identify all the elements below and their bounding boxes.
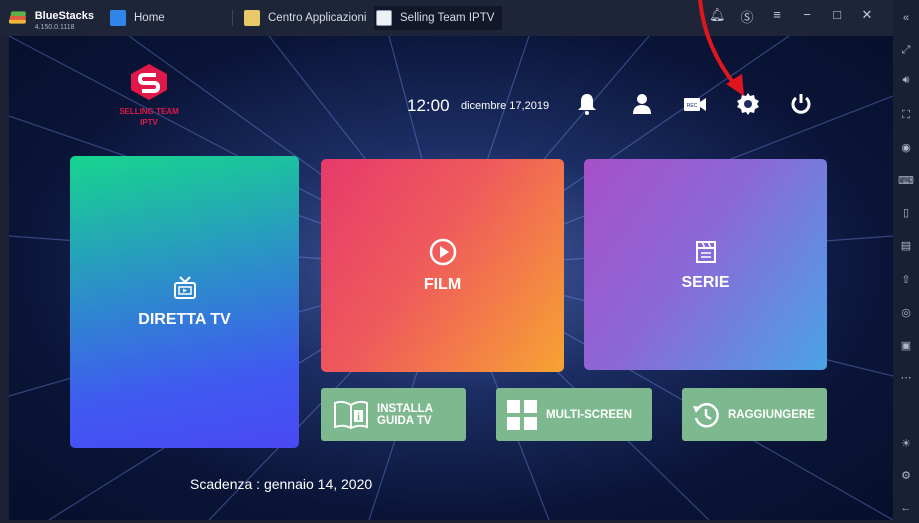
- menu-icon[interactable]: ≡: [769, 7, 785, 26]
- selling-team-logo-icon: [131, 64, 167, 100]
- home-icon: [110, 10, 126, 26]
- brand-line1: SELLING TEAM: [119, 107, 179, 116]
- film-tile[interactable]: FILM: [321, 159, 564, 372]
- bluestacks-logo-icon: [8, 11, 26, 24]
- bluestacks-window: BlueStacks 4.150.0.1118 Home Centro Appl…: [0, 0, 919, 523]
- eye-icon[interactable]: ◉: [898, 140, 914, 156]
- cursor-icon[interactable]: ⛶: [898, 107, 914, 123]
- minimize-icon[interactable]: −: [799, 7, 815, 26]
- svg-text:i: i: [357, 412, 360, 423]
- grid-icon: [507, 399, 537, 430]
- record-icon[interactable]: ▣: [898, 338, 914, 354]
- guide-line1: INSTALLA: [377, 402, 434, 415]
- multi-screen-button[interactable]: MULTI-SCREEN: [496, 388, 652, 441]
- brightness-icon[interactable]: ☀: [898, 436, 914, 452]
- iptv-app-icon: [376, 10, 392, 26]
- rec-icon[interactable]: REC: [683, 92, 707, 116]
- app-version: 4.150.0.1118: [34, 23, 75, 31]
- raggiungere-label: RAGGIUNGERE: [728, 408, 815, 421]
- close-icon[interactable]: ✕: [859, 7, 875, 26]
- more-icon[interactable]: ⋯: [898, 370, 914, 386]
- window-controls: 🔔︎ Ⓢ ≡ − □ ✕: [709, 7, 875, 26]
- history-icon: [693, 402, 719, 427]
- live-tv-label: DIRETTA TV: [138, 311, 231, 328]
- maximize-icon[interactable]: □: [829, 7, 845, 26]
- coin-icon[interactable]: Ⓢ: [739, 7, 755, 26]
- screenshot-icon[interactable]: ◎: [898, 305, 914, 321]
- bell-icon[interactable]: [575, 92, 599, 116]
- brand-line2: IPTV: [140, 118, 158, 127]
- bluestacks-sidebar: « ⤢ 🔊︎ ⛶ ◉ ⌨ ▯ ▤ ⇧ ◎ ▣ ⋯ ☀ ⚙ ←: [893, 0, 919, 523]
- back-icon[interactable]: ←: [898, 500, 914, 516]
- clapper-icon: [695, 240, 716, 263]
- tab-selling-team-label: Selling Team IPTV: [400, 12, 495, 24]
- settings-icon[interactable]: ⚙: [898, 468, 914, 484]
- live-tv-tile[interactable]: DIRETTA TV: [70, 156, 299, 448]
- tv-icon: [173, 276, 196, 299]
- date: dicembre 17,2019: [461, 100, 550, 112]
- bluestacks-logo: BlueStacks 4.150.0.1118: [8, 6, 94, 31]
- serie-label: SERIE: [681, 273, 730, 291]
- serie-tile[interactable]: SERIE: [584, 159, 827, 370]
- collapse-icon[interactable]: «: [898, 10, 914, 26]
- settings-icon[interactable]: [736, 92, 760, 116]
- tab-app-center-label: Centro Applicazioni: [268, 12, 367, 24]
- iptv-app-screen: SELLING TEAM IPTV 12:00 dicembre 17,2019…: [9, 36, 893, 520]
- user-icon[interactable]: [630, 92, 654, 116]
- rec-label: REC: [687, 103, 698, 109]
- tab-home[interactable]: Home: [108, 6, 226, 30]
- apk-icon[interactable]: ⇧: [898, 272, 914, 288]
- multi-screen-label: MULTI-SCREEN: [546, 408, 633, 421]
- film-label: FILM: [423, 275, 462, 293]
- power-icon[interactable]: [789, 92, 813, 116]
- bell-icon[interactable]: 🔔︎: [709, 7, 726, 26]
- phone-icon[interactable]: ▯: [898, 205, 914, 221]
- selling-team-logo: SELLING TEAM IPTV: [119, 64, 179, 128]
- play-icon: [429, 238, 456, 265]
- clock: 12:00: [407, 96, 450, 115]
- subscription-expiry: Scadenza : gennaio 14, 2020: [190, 476, 373, 492]
- guide-line2: GUIDA TV: [377, 414, 432, 427]
- volume-icon[interactable]: 🔊︎: [898, 72, 914, 88]
- keyboard-icon[interactable]: ⌨: [898, 173, 914, 189]
- tab-selling-team-iptv[interactable]: Selling Team IPTV: [374, 6, 502, 30]
- tab-home-label: Home: [134, 12, 165, 24]
- app-center-icon: [244, 10, 260, 26]
- guide-icon: i: [334, 400, 368, 429]
- title-bar: BlueStacks 4.150.0.1118 Home Centro Appl…: [0, 0, 919, 36]
- app-name: BlueStacks: [34, 9, 94, 22]
- raggiungere-button[interactable]: RAGGIUNGERE: [682, 388, 827, 441]
- tab-app-center[interactable]: Centro Applicazioni: [244, 6, 370, 30]
- gamepad-icon[interactable]: ▤: [898, 238, 914, 254]
- fullscreen-icon[interactable]: ⤢: [898, 42, 914, 58]
- install-tv-guide-button[interactable]: i INSTALLA GUIDA TV: [321, 388, 466, 441]
